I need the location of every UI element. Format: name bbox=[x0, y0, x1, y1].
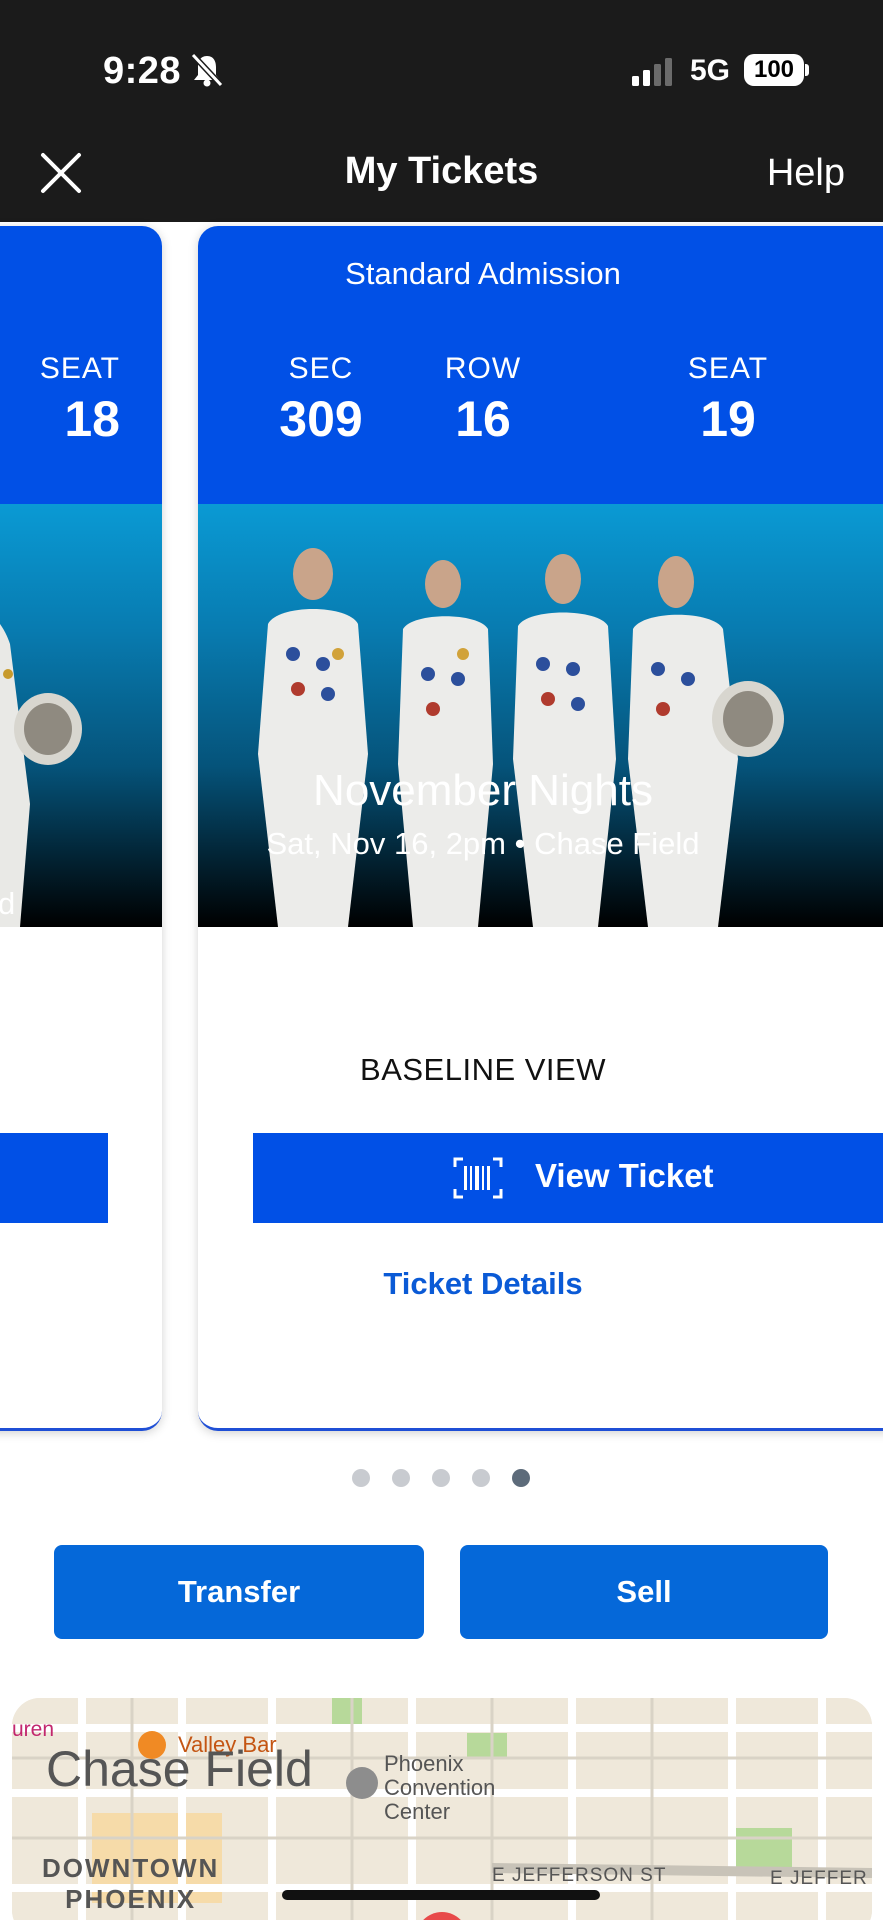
network-type: 5G bbox=[690, 54, 731, 87]
map-poi-convention-center[interactable]: Phoenix Convention Center bbox=[384, 1752, 495, 1824]
seat-column: SEAT 19 bbox=[648, 352, 808, 448]
top-bar: 9:28 5G 100 My Tickets Help bbox=[0, 0, 883, 222]
event-name: November Nights bbox=[313, 766, 653, 815]
bell-muted-icon bbox=[190, 52, 224, 88]
map-street-label: E JEFFERSON ST bbox=[492, 1865, 667, 1886]
view-ticket-button-previous[interactable] bbox=[0, 1133, 108, 1223]
map-street-label: E JEFFER bbox=[770, 1868, 868, 1889]
event-photo: d bbox=[0, 504, 162, 927]
row-label: ROW bbox=[444, 352, 522, 385]
section-value: 309 bbox=[279, 391, 363, 447]
pager-dot[interactable] bbox=[432, 1469, 450, 1487]
page-title: My Tickets bbox=[344, 150, 539, 192]
ticket-card-header: SEAT 18 bbox=[0, 226, 162, 504]
view-ticket-button[interactable]: View Ticket bbox=[253, 1133, 883, 1223]
pager-dots bbox=[352, 1469, 530, 1487]
section-label: SEC bbox=[288, 352, 354, 385]
view-ticket-label: View Ticket bbox=[535, 1157, 714, 1194]
ticket-card-header: Standard Admission SEC 309 ROW 16 SEAT 1… bbox=[198, 226, 883, 504]
map-poi-partial: uren bbox=[12, 1718, 55, 1741]
admission-type: Standard Admission bbox=[345, 256, 621, 291]
band-astronaut-image bbox=[0, 624, 82, 927]
pager-dot[interactable] bbox=[472, 1469, 490, 1487]
help-link[interactable]: Help bbox=[767, 152, 845, 195]
seat-value: 18 bbox=[64, 391, 120, 447]
seat-column: SEAT 18 bbox=[0, 352, 120, 448]
map-district-label: DOWNTOWN PHOENIX bbox=[42, 1853, 219, 1915]
transfer-button[interactable]: Transfer bbox=[54, 1545, 424, 1639]
row-column: ROW 16 bbox=[403, 352, 563, 448]
event-photo bbox=[198, 504, 883, 927]
cellular-signal-icon bbox=[632, 58, 672, 86]
pager-dot[interactable] bbox=[392, 1469, 410, 1487]
ticket-details-link[interactable]: Ticket Details bbox=[198, 1266, 768, 1302]
event-info-fragment: d bbox=[0, 886, 15, 922]
map-district-line2: PHOENIX bbox=[65, 1884, 197, 1914]
view-type-label: BASELINE VIEW bbox=[360, 1052, 606, 1087]
row-value: 16 bbox=[455, 391, 511, 447]
band-astronaut-image bbox=[258, 548, 784, 927]
home-indicator[interactable] bbox=[282, 1890, 600, 1900]
pager-dot[interactable] bbox=[352, 1469, 370, 1487]
seat-value: 19 bbox=[700, 391, 756, 447]
event-date-venue: Sat, Nov 16, 2pm • Chase Field bbox=[266, 826, 700, 861]
seat-label: SEAT bbox=[39, 352, 120, 385]
section-column: SEC 309 bbox=[241, 352, 401, 448]
pager-dot-active[interactable] bbox=[512, 1469, 530, 1487]
status-time: 9:28 bbox=[103, 50, 182, 92]
seat-label: SEAT bbox=[687, 352, 769, 385]
map-district-line1: DOWNTOWN bbox=[42, 1853, 220, 1883]
battery-icon: 100 bbox=[744, 54, 804, 86]
battery-tip bbox=[805, 64, 809, 76]
venue-map[interactable]: uren Valley Bar Chase Field Phoenix Conv… bbox=[12, 1698, 872, 1920]
ticket-card[interactable]: Standard Admission SEC 309 ROW 16 SEAT 1… bbox=[198, 226, 883, 1431]
barcode-icon bbox=[453, 1157, 503, 1199]
ticket-card-previous[interactable]: SEAT 18 d bbox=[0, 226, 162, 1431]
map-venue-label[interactable]: Chase Field bbox=[46, 1740, 313, 1798]
sell-button[interactable]: Sell bbox=[460, 1545, 828, 1639]
